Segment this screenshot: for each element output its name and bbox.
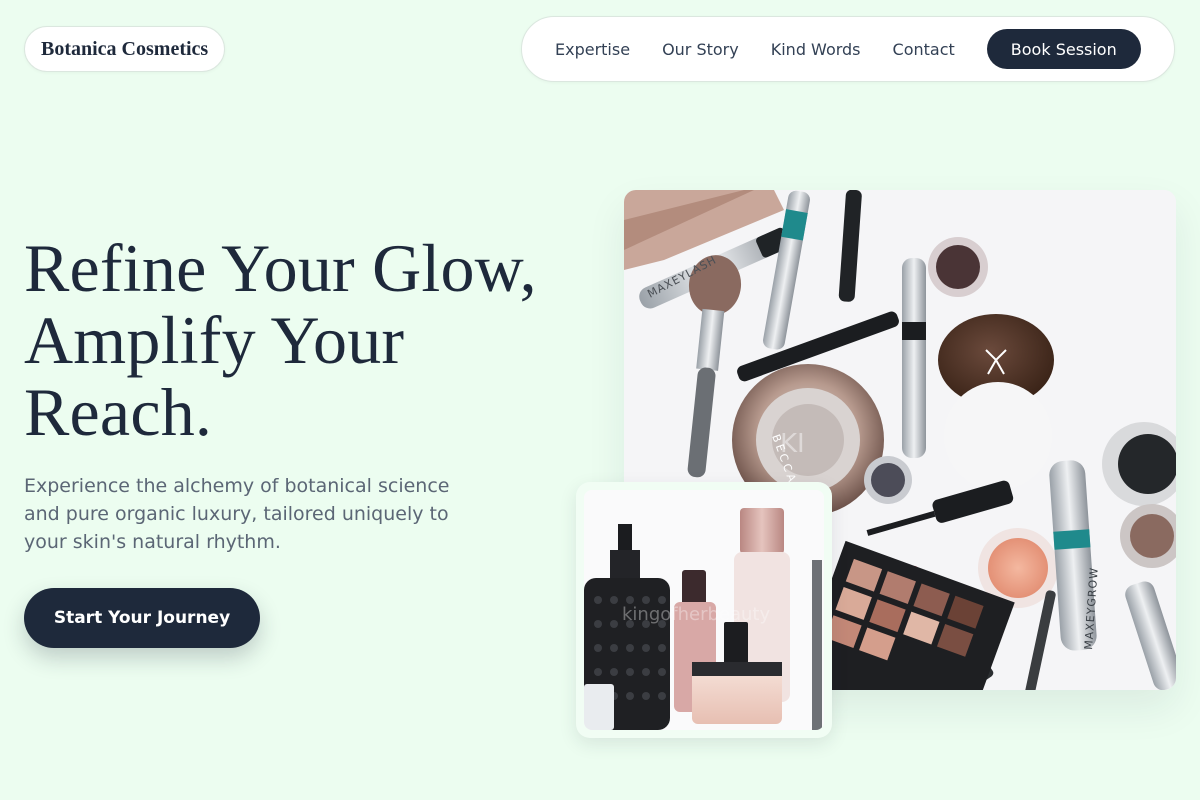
nav-link-our-story[interactable]: Our Story: [662, 40, 739, 59]
perfume-bottles-image: kingofherbeauty: [584, 490, 824, 730]
book-session-button[interactable]: Book Session: [986, 29, 1141, 69]
secondary-image-watermark: kingofherbeauty: [622, 604, 770, 625]
hero-subtext: Experience the alchemy of botanical scie…: [24, 472, 494, 556]
nav-link-contact[interactable]: Contact: [893, 40, 955, 59]
subtext-line-2: and pure organic luxury, tailored unique…: [24, 503, 449, 525]
subtext-line-3: your skin's natural rhythm.: [24, 531, 281, 553]
start-journey-button[interactable]: Start Your Journey: [24, 588, 260, 648]
headline-line-3: Reach.: [24, 374, 213, 450]
headline-line-2: Amplify Your: [24, 302, 405, 378]
subtext-line-1: Experience the alchemy of botanical scie…: [24, 475, 450, 497]
brand-logo[interactable]: Botanica Cosmetics: [24, 26, 226, 72]
main-nav: Expertise Our Story Kind Words Contact B…: [521, 16, 1175, 82]
nav-link-expertise[interactable]: Expertise: [555, 40, 630, 59]
hero-headline: Refine Your Glow, Amplify Your Reach.: [24, 232, 604, 448]
headline-line-1: Refine Your Glow,: [24, 230, 537, 306]
image-watermark: KI: [780, 429, 805, 459]
nav-link-kind-words[interactable]: Kind Words: [771, 40, 861, 59]
perfume-bottles-illustration: kingofherbeauty: [584, 490, 824, 730]
perfume-image-card: kingofherbeauty: [576, 482, 832, 738]
